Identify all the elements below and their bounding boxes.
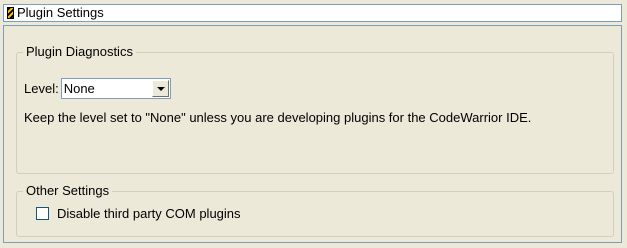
disable-com-plugins-row[interactable]: Disable third party COM plugins (36, 206, 241, 221)
plugin-diagnostics-legend: Plugin Diagnostics (26, 44, 133, 59)
level-label: Level: (24, 81, 59, 96)
settings-panel-icon (7, 7, 14, 19)
other-settings-legend: Other Settings (26, 183, 110, 198)
level-dropdown[interactable]: None (60, 78, 171, 99)
panel-title-bar: Plugin Settings (3, 4, 622, 22)
disable-com-plugins-label[interactable]: Disable third party COM plugins (57, 206, 241, 221)
level-dropdown-value: None (63, 81, 95, 96)
panel-title: Plugin Settings (17, 5, 104, 20)
disable-com-plugins-checkbox[interactable] (36, 207, 49, 220)
level-row: Level: None (24, 78, 171, 99)
level-help-text: Keep the level set to "None" unless you … (24, 110, 532, 125)
settings-panel: Plugin Diagnostics Level: None Keep the … (3, 25, 622, 243)
chevron-down-icon[interactable] (151, 80, 169, 97)
